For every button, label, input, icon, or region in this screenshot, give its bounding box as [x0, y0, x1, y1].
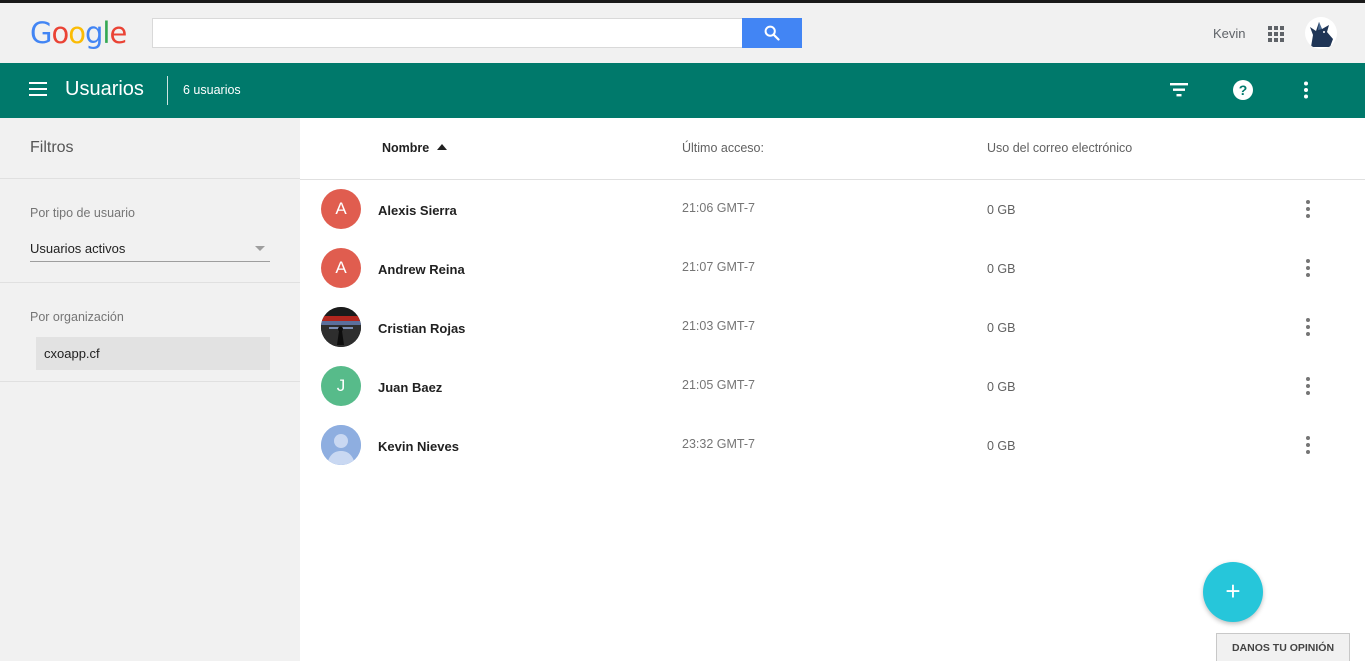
org-label: Por organización — [30, 310, 124, 324]
row-more-icon[interactable] — [1304, 376, 1312, 396]
row-more-icon[interactable] — [1304, 317, 1312, 337]
table-row[interactable]: J Juan Baez 21:05 GMT-7 0 GB — [300, 358, 1365, 417]
add-user-button[interactable]: + — [1203, 562, 1263, 622]
avatar: J — [321, 366, 361, 406]
filters-sidebar: Filtros Por tipo de usuario Usuarios act… — [0, 118, 300, 661]
email-usage: 0 GB — [987, 203, 1016, 217]
row-more-icon[interactable] — [1304, 199, 1312, 219]
last-access: 21:05 GMT-7 — [682, 378, 755, 392]
table-row[interactable]: Cristian Rojas 21:03 GMT-7 0 GB — [300, 299, 1365, 358]
table-row[interactable]: A Alexis Sierra 21:06 GMT-7 0 GB — [300, 181, 1365, 240]
avatar: A — [321, 189, 361, 229]
org-name: cxoapp.cf — [44, 346, 100, 361]
filters-title: Filtros — [30, 139, 74, 156]
default-person-icon — [321, 425, 361, 465]
last-access: 21:06 GMT-7 — [682, 201, 755, 215]
row-more-icon[interactable] — [1304, 258, 1312, 278]
avatar — [321, 425, 361, 465]
user-type-dropdown[interactable]: Usuarios activos — [30, 234, 270, 262]
svg-text:?: ? — [1239, 82, 1248, 98]
account-avatar[interactable] — [1305, 17, 1337, 49]
user-name[interactable]: Alexis Sierra — [378, 203, 457, 218]
email-usage: 0 GB — [987, 262, 1016, 276]
plus-icon: + — [1225, 576, 1241, 606]
column-last-access-header[interactable]: Último acceso: — [682, 141, 764, 155]
app-bar: Usuarios 6 usuarios ? — [0, 63, 1365, 118]
row-more-icon[interactable] — [1304, 435, 1312, 455]
apps-grid-icon[interactable] — [1267, 25, 1285, 43]
avatar: A — [321, 248, 361, 288]
help-icon[interactable]: ? — [1232, 79, 1254, 101]
title-divider — [167, 76, 168, 105]
table-row[interactable]: Kevin Nieves 23:32 GMT-7 0 GB — [300, 417, 1365, 476]
table-header: Nombre Último acceso: Uso del correo ele… — [300, 118, 1365, 180]
feedback-button[interactable]: DANOS TU OPINIÓN — [1216, 633, 1350, 661]
page-title: Usuarios — [65, 78, 144, 100]
search-button[interactable] — [742, 18, 802, 48]
email-usage: 0 GB — [987, 321, 1016, 335]
user-name[interactable]: Cristian Rojas — [378, 321, 465, 336]
sort-ascending-icon — [437, 144, 448, 150]
table-row[interactable]: A Andrew Reina 21:07 GMT-7 0 GB — [300, 240, 1365, 299]
user-count: 6 usuarios — [183, 83, 241, 97]
google-logo[interactable]: Google — [30, 16, 127, 50]
avatar — [321, 307, 361, 347]
user-name[interactable]: Kevin Nieves — [378, 439, 459, 454]
divider — [0, 282, 300, 283]
user-name[interactable]: Juan Baez — [378, 380, 442, 395]
account-name[interactable]: Kevin — [1213, 26, 1246, 41]
google-header: Google Kevin — [0, 3, 1365, 63]
user-name[interactable]: Andrew Reina — [378, 262, 465, 277]
wolf-avatar-icon — [1310, 22, 1333, 47]
last-access: 23:32 GMT-7 — [682, 437, 755, 451]
search-icon — [764, 25, 780, 41]
search-input[interactable] — [152, 18, 744, 48]
photo-avatar-icon — [321, 307, 361, 347]
filter-icon[interactable] — [1169, 82, 1189, 98]
column-name-header[interactable]: Nombre — [382, 141, 448, 155]
divider — [0, 381, 300, 382]
menu-icon[interactable] — [29, 82, 47, 96]
divider — [0, 178, 300, 179]
user-type-value: Usuarios activos — [30, 241, 126, 256]
user-type-label: Por tipo de usuario — [30, 206, 135, 220]
last-access: 21:07 GMT-7 — [682, 260, 755, 274]
email-usage: 0 GB — [987, 380, 1016, 394]
search-bar — [152, 18, 802, 48]
org-item[interactable]: cxoapp.cf — [36, 337, 270, 370]
more-vert-icon[interactable] — [1303, 81, 1309, 99]
last-access: 21:03 GMT-7 — [682, 319, 755, 333]
email-usage: 0 GB — [987, 439, 1016, 453]
column-email-usage-header[interactable]: Uso del correo electrónico — [987, 141, 1132, 155]
column-name-label: Nombre — [382, 141, 430, 155]
dropdown-caret-icon — [255, 246, 265, 251]
